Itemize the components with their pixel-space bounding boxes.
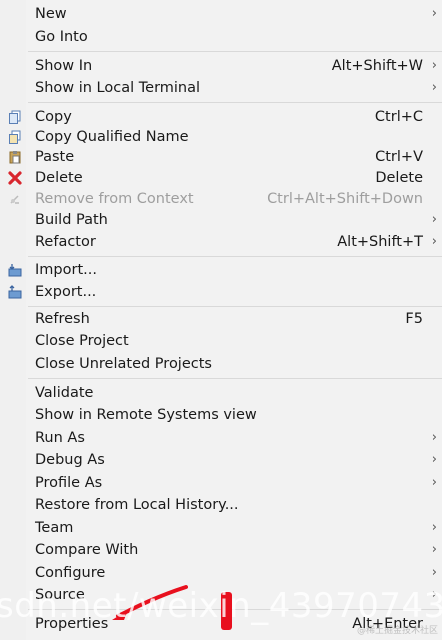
menu-separator	[28, 306, 442, 307]
menu-item-show-in-local-terminal[interactable]: Show in Local Terminal ›	[0, 77, 442, 99]
submenu-arrow-icon: ›	[431, 565, 437, 580]
context-menu: New › Go Into Show In Alt+Shift+W › Show…	[0, 0, 442, 640]
shortcut-label: Ctrl+Alt+Shift+Down	[267, 191, 423, 207]
menu-item-profile-as[interactable]: Profile As ›	[0, 472, 442, 494]
submenu-arrow-icon: ›	[431, 542, 437, 557]
menu-item-configure[interactable]: Configure ›	[0, 562, 442, 584]
menu-separator	[28, 256, 442, 257]
submenu-arrow-icon: ›	[431, 475, 437, 490]
submenu-arrow-icon: ›	[431, 452, 437, 467]
shortcut-label: Ctrl+V	[375, 149, 423, 165]
menu-item-go-into[interactable]: Go Into	[0, 26, 442, 48]
submenu-arrow-icon: ›	[431, 430, 437, 445]
menu-item-paste[interactable]: Paste Ctrl+V	[0, 146, 442, 168]
submenu-arrow-icon: ›	[431, 587, 437, 602]
export-icon	[8, 285, 22, 299]
menu-separator	[28, 378, 442, 379]
menu-item-show-in-remote-systems-view[interactable]: Show in Remote Systems view	[0, 404, 442, 426]
menu-item-build-path[interactable]: Build Path ›	[0, 209, 442, 231]
paste-icon	[8, 150, 22, 164]
menu-item-restore-from-local-history[interactable]: Restore from Local History...	[0, 494, 442, 516]
menu-item-properties[interactable]: Properties Alt+Enter	[0, 613, 442, 635]
menu-item-export[interactable]: Export...	[0, 281, 442, 303]
submenu-arrow-icon: ›	[431, 520, 437, 535]
submenu-arrow-icon: ›	[431, 80, 437, 95]
submenu-arrow-icon: ›	[431, 212, 437, 227]
menu-item-refactor[interactable]: Refactor Alt+Shift+T ›	[0, 231, 442, 253]
menu-item-source[interactable]: Source ›	[0, 584, 442, 606]
delete-icon	[8, 171, 22, 185]
menu-item-copy-qualified-name[interactable]: Copy Qualified Name	[0, 126, 442, 148]
menu-item-remove-from-context: Remove from Context Ctrl+Alt+Shift+Down	[0, 188, 442, 210]
menu-item-debug-as[interactable]: Debug As ›	[0, 449, 442, 471]
menu-item-new[interactable]: New ›	[0, 3, 442, 25]
menu-item-compare-with[interactable]: Compare With ›	[0, 539, 442, 561]
menu-item-import[interactable]: Import...	[0, 259, 442, 281]
menu-item-refresh[interactable]: Refresh F5	[0, 308, 442, 330]
submenu-arrow-icon: ›	[431, 234, 437, 249]
copy-qualified-name-icon	[8, 130, 22, 144]
shortcut-label: Alt+Enter	[352, 616, 423, 632]
shortcut-label: Alt+Shift+T	[337, 234, 423, 250]
submenu-arrow-icon: ›	[431, 6, 437, 21]
menu-item-delete[interactable]: Delete Delete	[0, 167, 442, 189]
menu-item-close-unrelated-projects[interactable]: Close Unrelated Projects	[0, 353, 442, 375]
menu-item-show-in[interactable]: Show In Alt+Shift+W ›	[0, 55, 442, 77]
remove-context-icon	[8, 192, 22, 206]
menu-separator	[28, 102, 442, 103]
menu-separator	[28, 51, 442, 52]
submenu-arrow-icon: ›	[431, 58, 437, 73]
shortcut-label: F5	[405, 311, 423, 327]
import-icon	[8, 263, 22, 277]
menu-item-validate[interactable]: Validate	[0, 382, 442, 404]
menu-item-copy[interactable]: Copy Ctrl+C	[0, 106, 442, 128]
shortcut-label: Ctrl+C	[374, 109, 423, 125]
menu-item-team[interactable]: Team ›	[0, 517, 442, 539]
menu-item-run-as[interactable]: Run As ›	[0, 427, 442, 449]
menu-item-close-project[interactable]: Close Project	[0, 330, 442, 352]
menu-separator	[28, 609, 442, 610]
shortcut-label: Delete	[375, 170, 423, 186]
copy-icon	[8, 110, 22, 124]
shortcut-label: Alt+Shift+W	[331, 58, 423, 74]
